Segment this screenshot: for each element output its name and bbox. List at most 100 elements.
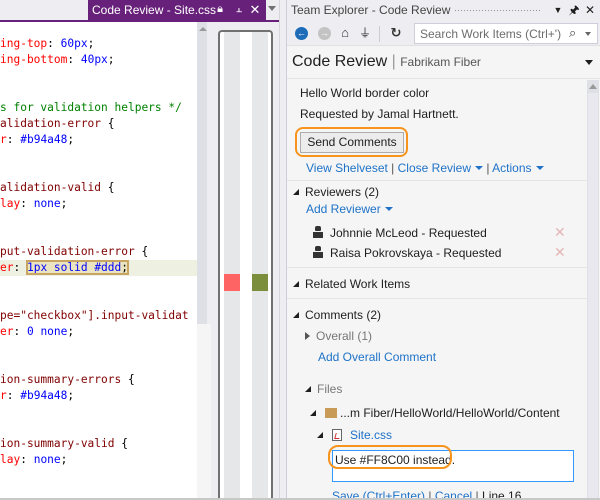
remove-reviewer-icon[interactable]: ✕ — [554, 244, 566, 261]
reviewer-name: Raisa Pokrovskaya - Requested — [330, 246, 502, 260]
scrollbar-track[interactable] — [588, 93, 598, 500]
document-tab-title: Code Review - Site.css — [92, 3, 217, 17]
close-icon[interactable]: ✕ — [248, 0, 262, 20]
commented-code-highlight[interactable]: 1px solid #ddd; — [25, 260, 130, 275]
plug-icon[interactable]: ⏚ — [357, 25, 373, 41]
code-token: { — [141, 245, 149, 258]
code-editor-pane: Code Review - Site.css 🔒︎ ⫠ ✕ ing-top: 6… — [0, 0, 285, 500]
add-reviewer-link[interactable]: Add Reviewer — [306, 202, 393, 216]
code-token: lay — [0, 197, 21, 210]
actions-link[interactable]: Actions — [492, 161, 544, 175]
folder-path: ...m Fiber/HelloWorld/HelloWorld/Content — [340, 406, 560, 420]
refresh-icon[interactable]: ↻ — [388, 25, 404, 41]
overall-count: (1) — [357, 329, 373, 343]
code-token: ; — [60, 197, 68, 210]
add-overall-comment-link[interactable]: Add Overall Comment — [318, 350, 436, 364]
back-icon[interactable]: ← — [295, 27, 308, 40]
code-token: #b94a48 — [20, 389, 68, 402]
code-token: { — [127, 373, 135, 386]
reviewers-section-header[interactable]: Reviewers (2) — [293, 185, 379, 199]
drag-grip[interactable] — [454, 9, 542, 13]
code-token: : — [47, 37, 61, 50]
document-tab-site-css[interactable]: Code Review - Site.css 🔒︎ ⫠ ✕ — [88, 0, 266, 20]
requested-by: Requested by Jamal Hartnett. — [300, 107, 459, 121]
remove-reviewer-icon[interactable]: ✕ — [554, 224, 566, 241]
header-separator: | — [391, 53, 396, 70]
scroll-up-arrow-icon[interactable] — [199, 27, 207, 31]
tab-dropdown-icon[interactable] — [268, 6, 276, 11]
team-explorer-titlebar: Team Explorer - Code Review ▼ 🖈︎ ✕ — [287, 0, 600, 20]
expand-triangle-icon — [293, 189, 299, 195]
page-header: Code Review | Fabrikam Fiber — [287, 47, 600, 79]
scroll-up-arrow-icon[interactable] — [589, 84, 597, 89]
section-divider — [287, 298, 587, 299]
search-dropdown-icon[interactable] — [585, 32, 591, 36]
diff-overview-left-column — [224, 32, 240, 500]
document-tab-strip: Code Review - Site.css 🔒︎ ⫠ ✕ — [0, 0, 285, 20]
reviewers-label: Reviewers (2) — [305, 185, 380, 199]
view-shelveset-link[interactable]: View Shelveset — [306, 161, 388, 175]
overall-label: Overall — [316, 329, 355, 343]
code-token: none — [33, 197, 61, 210]
reviewer-name: Johnnie McLeod - Requested — [330, 226, 487, 240]
close-review-link[interactable]: Close Review — [398, 161, 483, 175]
file-node[interactable] — [317, 428, 329, 442]
comment-highlight — [328, 445, 452, 469]
page-menu-dropdown-icon[interactable] — [585, 60, 593, 65]
overall-comments-node[interactable]: Overall (1) — [305, 329, 372, 343]
code-token: put-validation-error — [0, 245, 142, 258]
code-token: r — [0, 389, 7, 402]
code-token: 40px — [80, 53, 108, 66]
code-line: pe="checkbox"].input-validat — [0, 308, 189, 324]
page-title: Code Review — [292, 53, 388, 70]
related-work-items-label: Related Work Items — [305, 277, 411, 291]
diff-added-marker[interactable] — [252, 274, 268, 291]
expand-triangle-icon — [293, 281, 299, 287]
code-token: ion-summary-valid — [0, 437, 122, 450]
review-actions-bar: View Shelveset | Close Review | Actions — [306, 161, 544, 175]
code-token: alidation-valid — [0, 181, 108, 194]
pane-splitter[interactable] — [279, 0, 285, 500]
comments-section-header[interactable]: Comments (2) — [293, 308, 381, 322]
pin-icon[interactable]: ⫠ — [232, 0, 246, 20]
code-line: er: 1px solid #ddd; — [0, 260, 130, 276]
send-comments-button[interactable]: Send Comments — [300, 132, 404, 153]
search-icon[interactable]: ⌕ — [569, 25, 576, 41]
code-token: ; — [121, 261, 129, 274]
file-link-site-css[interactable]: Site.css — [350, 428, 392, 442]
code-token: : — [6, 133, 21, 146]
person-icon — [313, 246, 323, 258]
diff-removed-marker[interactable] — [224, 274, 240, 291]
code-token: 60px — [60, 37, 88, 50]
diff-overview-map[interactable] — [218, 30, 273, 500]
css-file-icon — [332, 429, 342, 441]
files-node[interactable]: Files — [305, 382, 342, 396]
forward-icon[interactable]: → — [318, 27, 331, 40]
window-menu-dropdown-icon[interactable]: ▼ — [551, 2, 565, 18]
code-token: er — [0, 261, 14, 274]
home-icon[interactable]: ⌂ — [337, 25, 353, 41]
expand-triangle-icon — [305, 386, 311, 392]
code-line: alidation-error { — [0, 116, 115, 132]
team-explorer-panel: Team Explorer - Code Review ▼ 🖈︎ ✕ ← → ⌂… — [286, 0, 600, 500]
folder-node[interactable] — [310, 406, 322, 420]
code-text-area[interactable]: ing-top: 60px; ing-bottom: 40px; s for val… — [0, 22, 197, 498]
collapse-triangle-icon — [305, 332, 310, 340]
close-icon[interactable]: ✕ — [583, 2, 597, 18]
search-work-items-input[interactable]: Search Work Items (Ctrl+') ⌕ — [414, 23, 598, 44]
folder-icon — [325, 408, 337, 418]
related-work-items-section-header[interactable]: Related Work Items — [293, 277, 410, 291]
diff-overview-right-column — [252, 32, 268, 500]
editor-vertical-scrollbar[interactable] — [197, 22, 207, 324]
code-line: ing-bottom: 40px; — [0, 52, 115, 68]
code-line: r: #b94a48; — [0, 132, 74, 148]
code-token: : — [67, 53, 81, 66]
code-token: ; — [67, 389, 75, 402]
code-token: : — [20, 453, 34, 466]
code-token: : — [13, 261, 27, 274]
pin-icon[interactable]: 🖈︎ — [567, 2, 581, 18]
code-line: lay: none; — [0, 196, 67, 212]
code-token: ing-top — [0, 37, 48, 50]
chevron-down-icon — [384, 207, 393, 211]
person-icon — [313, 226, 323, 238]
